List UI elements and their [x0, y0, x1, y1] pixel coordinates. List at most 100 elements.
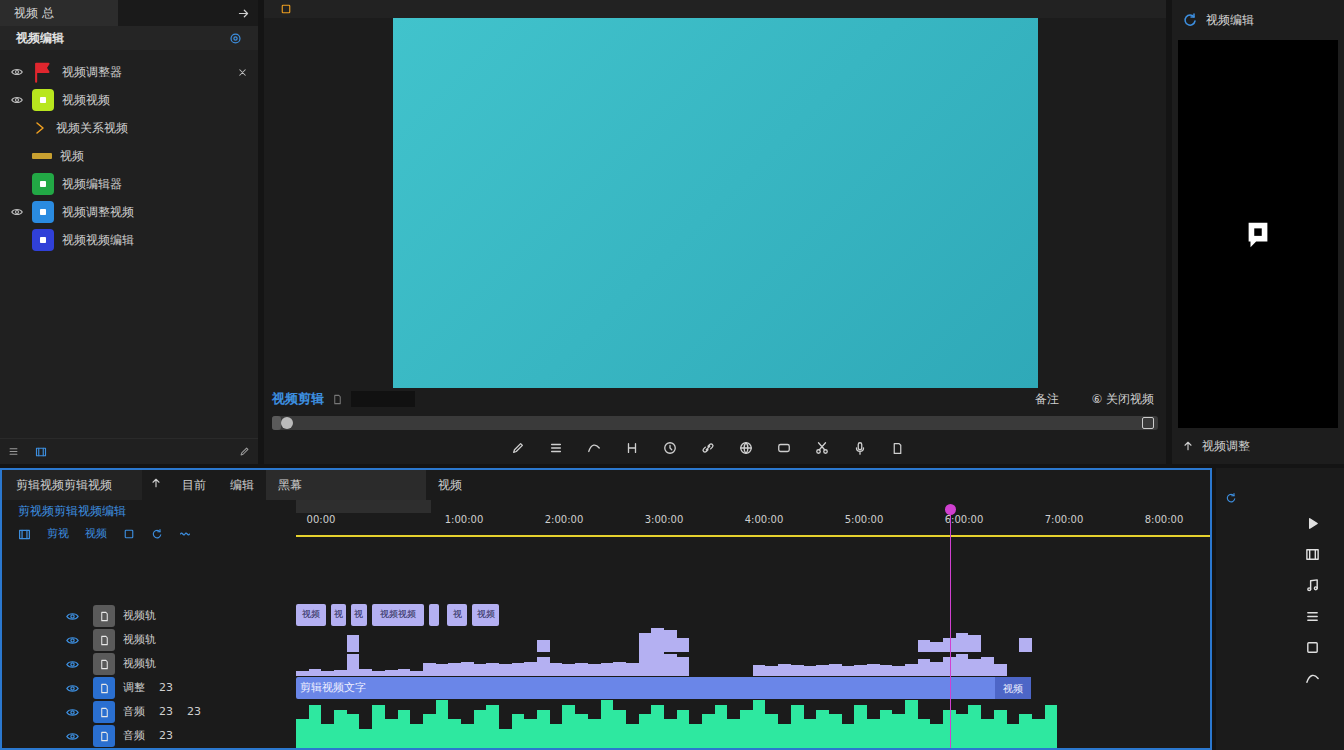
track-type-box[interactable] — [93, 629, 115, 651]
upload-icon[interactable] — [1182, 440, 1194, 452]
globe-icon[interactable] — [739, 441, 753, 455]
time-ruler[interactable]: 00:001:00:002:00:003:00:004:00:005:00:00… — [296, 500, 1210, 540]
wave-bar — [968, 659, 981, 676]
project-tab[interactable]: 视频 总 — [0, 0, 118, 26]
playhead-knob[interactable] — [945, 504, 956, 515]
sync-icon[interactable] — [1182, 12, 1198, 28]
arrow-icon[interactable] — [150, 477, 162, 489]
frame-icon[interactable] — [1305, 640, 1320, 655]
project-item[interactable]: 视频关系视频 — [0, 114, 258, 142]
clip-icon[interactable] — [1305, 547, 1320, 562]
wave-bar — [778, 724, 791, 748]
clip[interactable]: 视频视频 — [372, 604, 424, 626]
project-item[interactable]: 视频编辑器 — [0, 170, 258, 198]
media-icon[interactable] — [18, 528, 31, 541]
preview-frame — [393, 18, 1038, 388]
curve-icon[interactable] — [587, 441, 601, 455]
clip[interactable]: 视 — [331, 604, 346, 626]
wave-bar — [968, 635, 981, 652]
project-title: 视频编辑 — [16, 29, 64, 47]
wave-bar — [664, 719, 677, 748]
project-item[interactable]: 视频视频编辑 — [0, 226, 258, 254]
scrub-knob[interactable] — [281, 417, 293, 429]
track-type-icon — [99, 731, 110, 742]
timeline-tool[interactable]: 剪视 — [47, 526, 69, 543]
wave-bar — [702, 714, 715, 748]
clip[interactable] — [429, 604, 439, 626]
eye-icon[interactable] — [66, 706, 79, 719]
timeline-tab[interactable]: 目前 — [170, 470, 218, 500]
link-icon[interactable] — [701, 441, 715, 455]
frame-icon[interactable] — [777, 441, 791, 455]
wave-bar — [486, 663, 499, 676]
timecode-field[interactable] — [351, 391, 415, 407]
visibility-slot — [10, 206, 24, 218]
track-type-box[interactable] — [93, 725, 115, 747]
clip-icon[interactable] — [332, 394, 343, 405]
wave-bar — [359, 669, 372, 676]
play-icon[interactable] — [1305, 516, 1320, 531]
playhead[interactable] — [950, 506, 951, 748]
clip[interactable]: 视 — [351, 604, 367, 626]
bin-icon[interactable] — [35, 446, 47, 458]
forward-icon[interactable] — [237, 7, 250, 20]
notes-label[interactable]: 备注 — [1035, 390, 1059, 408]
eye-icon[interactable] — [11, 206, 23, 218]
clip[interactable]: 视 — [447, 604, 467, 626]
eye-icon[interactable] — [11, 94, 23, 106]
mic-icon[interactable] — [853, 441, 867, 455]
eye-icon[interactable] — [66, 682, 79, 695]
audio-icon[interactable] — [179, 528, 191, 540]
project-item[interactable]: 视频调整视频 — [0, 198, 258, 226]
eye-icon[interactable] — [66, 730, 79, 743]
project-footer — [0, 438, 258, 464]
side-footer: 视频调整 — [1172, 428, 1344, 464]
clip[interactable]: 视频 — [472, 604, 499, 626]
clock-icon[interactable] — [663, 441, 677, 455]
pen-icon[interactable] — [511, 441, 525, 455]
settings-icon[interactable] — [229, 32, 242, 45]
scrub-end[interactable] — [1142, 417, 1154, 429]
eye-icon[interactable] — [66, 634, 79, 647]
menu-icon[interactable] — [549, 441, 563, 455]
side-footer-label[interactable]: 视频调整 — [1202, 437, 1250, 455]
timeline-tab[interactable]: 视频 — [426, 470, 474, 500]
timeline-tool[interactable]: 视频 — [85, 526, 107, 543]
loop-icon[interactable] — [151, 528, 163, 540]
list-icon[interactable] — [8, 446, 19, 457]
eye-icon[interactable] — [66, 658, 79, 671]
cut-icon[interactable] — [815, 441, 829, 455]
close-video-button[interactable]: ⑥ 关闭视频 — [1091, 390, 1154, 408]
curve-icon[interactable] — [1305, 671, 1320, 686]
track-type-box[interactable] — [93, 653, 115, 675]
snap-icon[interactable] — [123, 528, 135, 540]
project-item[interactable]: 视频调整器 — [0, 58, 258, 86]
item-label: 视频调整器 — [62, 63, 229, 81]
scrub-track[interactable] — [272, 416, 1158, 430]
wave-bar — [740, 710, 753, 748]
track-type-box[interactable] — [93, 605, 115, 627]
edit-icon[interactable] — [239, 446, 250, 457]
eye-icon[interactable] — [66, 610, 79, 623]
eye-icon[interactable] — [11, 66, 23, 78]
trim-icon[interactable] — [625, 441, 639, 455]
wave-bar — [296, 719, 309, 748]
project-item[interactable]: 视频 — [0, 142, 258, 170]
timeline-tab[interactable]: 编辑 — [218, 470, 266, 500]
adjustment-clip[interactable]: 剪辑视频文字视频 — [296, 677, 1031, 699]
wave-bar — [791, 705, 804, 748]
track-label: 视频轨 — [123, 608, 156, 625]
export-icon[interactable] — [891, 442, 904, 455]
ruler-tick: 00:00 — [307, 512, 336, 527]
music-icon[interactable] — [1305, 578, 1320, 593]
close-icon[interactable] — [237, 67, 248, 78]
track-type-box[interactable] — [93, 701, 115, 723]
clip[interactable]: 视频 — [296, 604, 326, 626]
wave-bar — [398, 669, 411, 676]
sync-icon[interactable] — [1225, 492, 1237, 504]
timeline-tab[interactable]: 黑幕 — [266, 470, 426, 500]
list-icon[interactable] — [1305, 609, 1320, 624]
project-item[interactable]: 视频视频 — [0, 86, 258, 114]
item-kind — [32, 201, 54, 223]
track-type-box[interactable] — [93, 677, 115, 699]
